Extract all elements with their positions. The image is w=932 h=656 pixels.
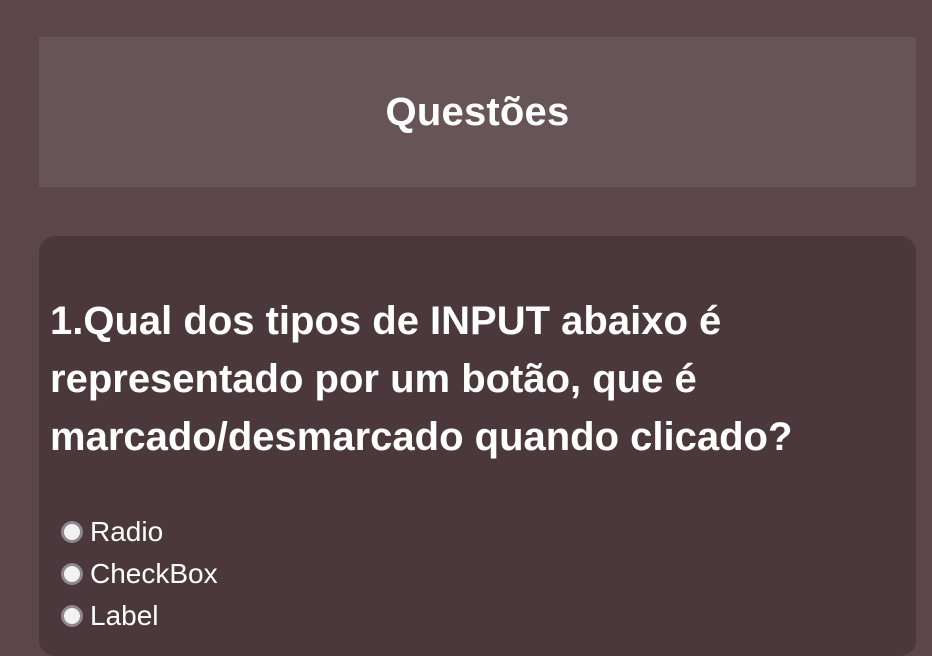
radio-dot-icon [64, 524, 80, 540]
radio-dot-icon [64, 608, 80, 624]
radio-button[interactable] [61, 521, 83, 543]
radio-button[interactable] [61, 563, 83, 585]
answer-options: Radio CheckBox Label [61, 511, 218, 637]
question-text: 1.Qual dos tipos de INPUT abaixo é repre… [50, 299, 793, 459]
option-label: CheckBox [90, 558, 218, 589]
option-checkbox[interactable]: CheckBox [61, 553, 218, 595]
option-label: Radio [90, 516, 164, 547]
option-radio[interactable]: Radio [61, 511, 218, 553]
radio-dot-icon [64, 566, 80, 582]
page-title: Questões [385, 89, 570, 134]
radio-button[interactable] [61, 605, 83, 627]
option-label-input[interactable]: Label [61, 595, 218, 637]
page-header: Questões [39, 37, 916, 187]
question-card: 1.Qual dos tipos de INPUT abaixo é repre… [39, 236, 916, 656]
